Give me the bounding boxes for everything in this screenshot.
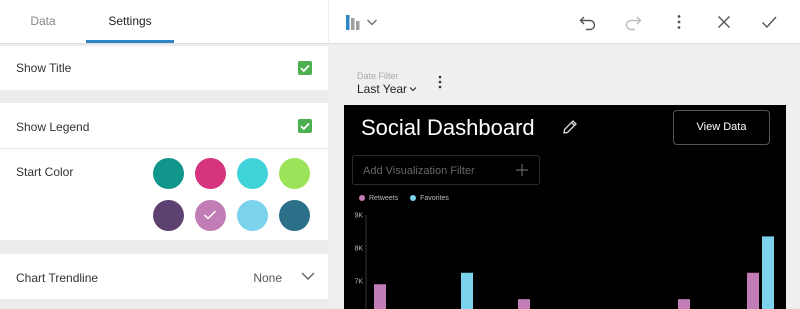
bar-favorites[interactable] [762,236,774,309]
start-color-label: Start Color [16,165,74,179]
color-swatch[interactable] [195,200,226,231]
visualization-filter-placeholder: Add Visualization Filter [363,165,475,177]
show-title-row[interactable]: Show Title [0,46,328,90]
active-tab-indicator [86,40,174,43]
legend-item-favorites: Favorites [410,195,449,202]
bar-favorites[interactable] [461,272,473,309]
trendline-value[interactable]: None [253,271,282,285]
more-vert-icon[interactable] [433,74,447,90]
dashboard-canvas: Social Dashboard View Data Add Visualiza… [344,105,786,309]
color-swatch[interactable] [195,158,226,189]
date-filter-value[interactable]: Last Year [357,82,417,96]
chevron-down-icon[interactable] [300,268,316,284]
chevron-down-icon[interactable] [366,16,378,28]
y-tick-label: 8K [354,246,363,253]
pencil-icon[interactable] [561,118,579,136]
bar-chart-icon[interactable] [343,11,365,33]
show-legend-checkbox[interactable] [298,119,312,133]
tab-settings[interactable]: Settings [86,0,174,44]
legend-label: Retweets [369,195,399,202]
legend-swatch [410,195,417,201]
color-swatch[interactable] [153,158,184,189]
dashboard-title: Social Dashboard [361,115,535,140]
date-filter-label: Date Filter [357,71,399,81]
show-title-label: Show Title [16,61,72,75]
show-title-checkbox[interactable] [298,61,312,75]
check-icon [300,122,310,131]
check-icon [203,210,217,220]
check-icon [300,64,310,73]
chevron-down-icon [409,87,417,92]
bar-retweets[interactable] [374,284,386,309]
legend-swatch [359,195,365,201]
bar-chart: 9K 8K 7K [354,213,774,309]
view-data-button[interactable]: View Data [673,110,770,145]
tab-bar: Data Settings [0,0,328,44]
y-tick-label: 9K [354,213,363,220]
color-swatch[interactable] [237,158,268,189]
show-legend-label: Show Legend [16,120,90,134]
undo-icon[interactable] [578,12,598,32]
more-vert-icon[interactable] [669,12,689,32]
chart-trendline-label: Chart Trendline [16,271,99,285]
tab-data[interactable]: Data [0,0,86,44]
chart-trendline-row[interactable]: Chart Trendline None [0,254,328,299]
y-tick-label: 7K [354,279,363,286]
redo-icon[interactable] [623,12,643,32]
legend-label: Favorites [420,195,449,202]
close-icon[interactable] [714,12,734,32]
bar-retweets[interactable] [678,299,690,309]
color-swatch[interactable] [279,158,310,189]
visualization-filter-input[interactable]: Add Visualization Filter [352,155,540,185]
divider [0,148,328,149]
date-filter-value-text: Last Year [357,82,408,96]
chart-legend: Retweets Favorites [359,195,459,202]
plus-icon[interactable] [515,163,529,177]
settings-panel: Data Settings Show Title Show Legend Sta… [0,0,328,309]
dashboard-area: Date Filter Last Year Social Dashboard V… [329,0,800,309]
color-swatch[interactable] [237,200,268,231]
check-icon[interactable] [759,12,779,32]
color-swatch[interactable] [153,200,184,231]
toolbar [329,0,800,44]
color-swatch[interactable] [279,200,310,231]
legend-color-section: Show Legend Start Color [0,103,328,240]
legend-item-retweets: Retweets [359,195,398,202]
bar-retweets[interactable] [747,272,759,309]
bar-retweets[interactable] [518,299,530,309]
